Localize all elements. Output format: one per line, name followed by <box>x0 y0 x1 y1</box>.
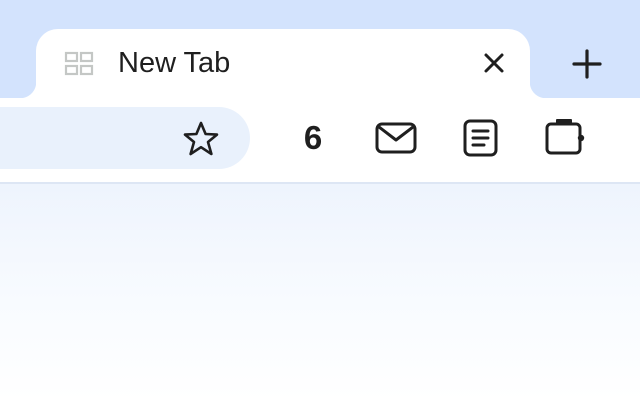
new-tab-page <box>0 184 640 400</box>
star-icon[interactable] <box>182 120 220 158</box>
plus-icon[interactable] <box>566 43 608 85</box>
browser-window: New Tab 6 <box>0 0 640 400</box>
extensions-count-button[interactable]: 6 <box>296 118 330 158</box>
grid-icon <box>64 51 94 76</box>
notes-icon[interactable] <box>462 116 500 160</box>
tab-new-tab[interactable]: New Tab <box>20 29 546 109</box>
wallet-icon[interactable] <box>544 116 586 158</box>
close-icon[interactable] <box>480 49 508 77</box>
mail-icon[interactable] <box>374 118 418 158</box>
tab-title: New Tab <box>118 47 231 79</box>
